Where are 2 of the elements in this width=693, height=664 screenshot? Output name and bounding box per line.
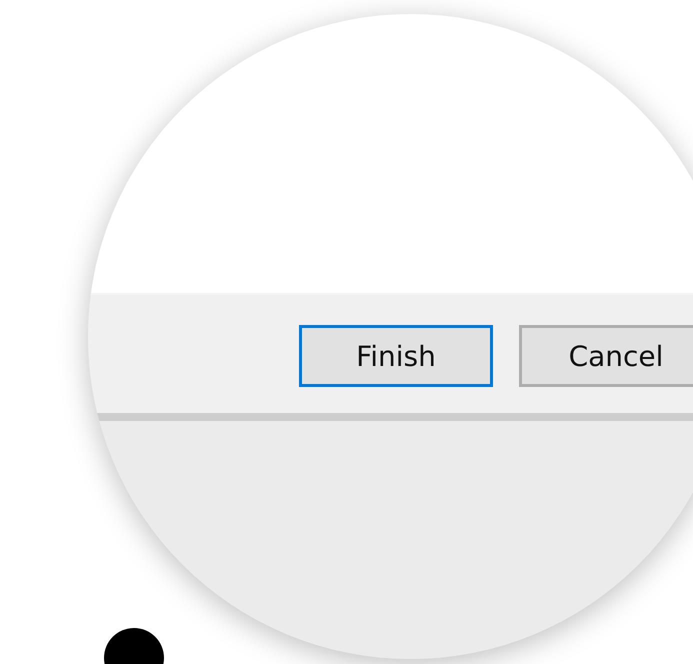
cancel-button[interactable]: Cancel (519, 325, 693, 387)
finish-button[interactable]: Finish (299, 325, 493, 387)
